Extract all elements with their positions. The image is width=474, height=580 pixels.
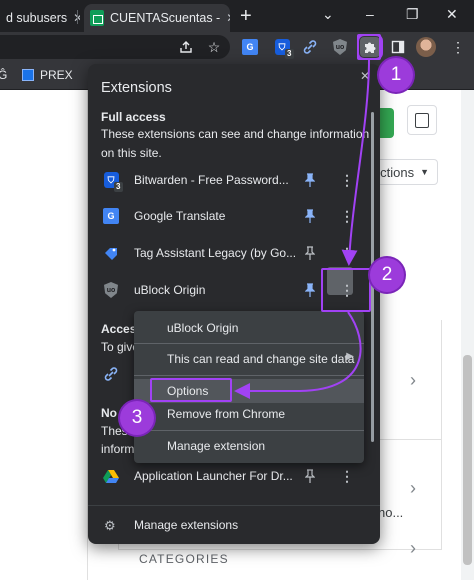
more-options-icon[interactable]: ⋮ bbox=[340, 173, 354, 187]
bookmark-fragment-icon: Ĝ bbox=[0, 68, 8, 82]
page-scrollbar-thumb[interactable] bbox=[463, 355, 472, 565]
tab-title: d subusers bbox=[6, 11, 68, 25]
pin-icon[interactable] bbox=[304, 209, 316, 223]
full-access-heading: Full access bbox=[101, 110, 166, 124]
bitwarden-icon: ⛉ 3 bbox=[102, 171, 123, 192]
tag-assistant-icon bbox=[102, 244, 120, 262]
menu-item-label: Manage extension bbox=[167, 439, 266, 453]
popup-title: Extensions bbox=[101, 80, 172, 96]
chevron-right-icon[interactable]: › bbox=[410, 538, 416, 559]
tab-divider bbox=[77, 10, 78, 24]
submenu-arrow-icon: ▶ bbox=[346, 351, 354, 362]
bookmark-partial[interactable]: Ĝ bbox=[0, 68, 7, 82]
share-icon[interactable] bbox=[176, 37, 196, 57]
full-access-description: These extensions can see and change info… bbox=[101, 127, 370, 141]
google-sheets-icon bbox=[90, 10, 104, 26]
tab-cuentas[interactable]: CUENTAScuentas - ✕ bbox=[84, 4, 230, 32]
bookmark-label: PREX bbox=[40, 68, 73, 82]
google-translate-icon[interactable]: G bbox=[240, 37, 260, 57]
minimize-button[interactable]: – bbox=[366, 6, 374, 22]
ublock-origin-icon[interactable]: uo bbox=[330, 37, 350, 57]
ublock-origin-icon: uo bbox=[102, 281, 120, 299]
step-callout-3: 3 bbox=[120, 401, 154, 435]
page-left-pane bbox=[0, 90, 88, 580]
menu-item-label: This can read and change site data bbox=[167, 352, 355, 366]
extension-row-app-launcher[interactable]: Application Launcher For Dr... ⋮ bbox=[88, 458, 368, 494]
divider bbox=[88, 505, 380, 506]
bookmark-prex[interactable]: PREX bbox=[22, 68, 73, 82]
extension-name: Application Launcher For Dr... bbox=[134, 469, 293, 483]
restore-button[interactable]: ❐ bbox=[406, 6, 419, 23]
close-icon[interactable]: ✕ bbox=[360, 69, 370, 83]
unpinned-icon[interactable] bbox=[304, 469, 316, 483]
manage-extensions-label: Manage extensions bbox=[134, 518, 239, 532]
browser-toolbar: ☆ G ⛉ 3 uo ⋮ bbox=[0, 32, 474, 62]
extension-name: Tag Assistant Legacy (by Go... bbox=[134, 246, 297, 260]
menu-item-label: uBlock Origin bbox=[167, 321, 239, 335]
badge: 3 bbox=[285, 49, 294, 59]
unpinned-icon[interactable] bbox=[304, 246, 316, 260]
extension-row-bitwarden[interactable]: ⛉ 3 Bitwarden - Free Password... ⋮ bbox=[88, 162, 368, 198]
prex-icon bbox=[22, 69, 34, 81]
extension-name: Google Translate bbox=[134, 209, 226, 223]
actions-label: ctions bbox=[380, 164, 415, 180]
gear-icon: ⚙ bbox=[104, 518, 116, 533]
more-options-icon[interactable]: ⋮ bbox=[340, 209, 354, 223]
extension-name: Bitwarden - Free Password... bbox=[134, 173, 289, 187]
window-close-button[interactable]: ✕ bbox=[446, 6, 458, 23]
no-access-description: inform bbox=[101, 442, 135, 456]
green-action-button[interactable] bbox=[378, 108, 394, 138]
categories-heading: CATEGORIES bbox=[139, 552, 229, 566]
menu-item-manage-extension[interactable]: Manage extension bbox=[134, 434, 364, 458]
extension-row-google-translate[interactable]: G Google Translate ⋮ bbox=[88, 198, 368, 234]
step-callout-2: 2 bbox=[370, 258, 404, 292]
pin-icon[interactable] bbox=[304, 173, 316, 187]
extension-name: uBlock Origin bbox=[134, 283, 206, 297]
dropdown-arrow-icon: ▼ bbox=[420, 167, 429, 177]
tab-title: CUENTAScuentas - bbox=[110, 11, 221, 25]
link-icon[interactable] bbox=[300, 37, 320, 57]
panel-toggle-button[interactable] bbox=[407, 105, 437, 135]
chrome-menu-icon[interactable]: ⋮ bbox=[448, 37, 468, 57]
chevron-right-icon[interactable]: › bbox=[410, 478, 416, 499]
page-snippet: no... bbox=[378, 505, 404, 520]
manage-extensions-button[interactable]: ⚙ Manage extensions bbox=[88, 510, 380, 540]
more-options-icon[interactable]: ⋮ bbox=[340, 246, 354, 260]
tab-search-icon[interactable]: ⌄ bbox=[322, 6, 334, 23]
link-icon bbox=[103, 366, 119, 387]
google-translate-icon: G bbox=[102, 207, 120, 225]
more-options-icon[interactable]: ⋮ bbox=[340, 469, 354, 483]
menu-item-extension-name: uBlock Origin bbox=[134, 316, 364, 340]
bitwarden-icon[interactable]: ⛉ 3 bbox=[272, 37, 294, 59]
close-icon[interactable]: ✕ bbox=[226, 11, 230, 25]
extension-row-tag-assistant[interactable]: Tag Assistant Legacy (by Go... ⋮ bbox=[88, 235, 368, 271]
divider bbox=[134, 430, 364, 431]
step-callout-1: 1 bbox=[379, 58, 413, 92]
highlight-box-extensions bbox=[357, 34, 381, 60]
menu-item-remove[interactable]: Remove from Chrome bbox=[134, 402, 364, 426]
pin-icon[interactable] bbox=[304, 283, 316, 297]
google-drive-icon bbox=[102, 467, 120, 485]
tab-subusers[interactable]: d subusers ✕ bbox=[0, 4, 80, 32]
side-panel-icon[interactable] bbox=[388, 37, 408, 57]
tab-strip: d subusers ✕ CUENTAScuentas - ✕ + ⌄ – ❐ … bbox=[0, 0, 474, 32]
divider bbox=[134, 343, 364, 344]
star-icon[interactable]: ☆ bbox=[204, 37, 224, 57]
profile-avatar[interactable] bbox=[416, 37, 436, 57]
highlight-box-more bbox=[321, 268, 371, 312]
menu-item-site-access[interactable]: This can read and change site data ▶ bbox=[134, 347, 364, 371]
divider bbox=[134, 375, 364, 376]
chevron-right-icon[interactable]: › bbox=[410, 370, 416, 391]
menu-item-label: Remove from Chrome bbox=[167, 407, 286, 421]
full-access-description: on this site. bbox=[101, 146, 162, 160]
highlight-box-options bbox=[150, 378, 232, 402]
new-tab-button[interactable]: + bbox=[240, 4, 252, 28]
